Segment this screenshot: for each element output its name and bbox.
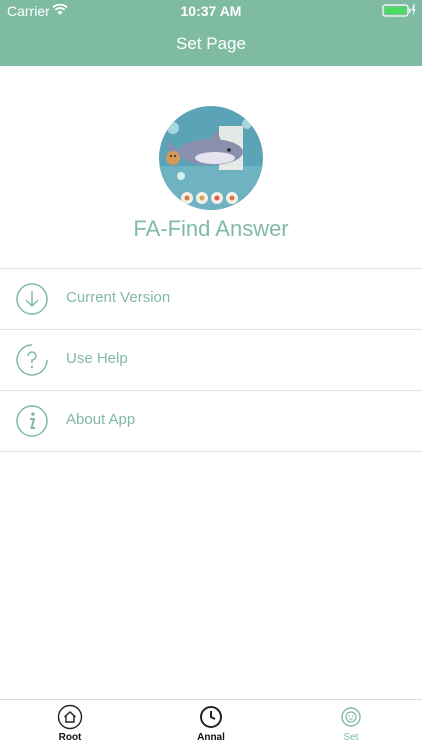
use-help-item[interactable]: Use Help bbox=[0, 330, 422, 391]
tab-bar: Root Annal Set bbox=[0, 699, 422, 751]
use-help-label: Use Help bbox=[66, 350, 128, 367]
current-version-item[interactable]: Current Version bbox=[0, 269, 422, 330]
clock-time: 10:37 AM bbox=[180, 3, 242, 19]
download-circle-icon bbox=[15, 282, 49, 316]
about-app-item[interactable]: About App bbox=[0, 391, 422, 452]
tab-annal[interactable]: Annal bbox=[141, 700, 281, 751]
home-icon bbox=[57, 704, 83, 730]
tab-set[interactable]: Set bbox=[281, 700, 421, 751]
tab-annal-label: Annal bbox=[197, 732, 225, 743]
tab-root[interactable]: Root bbox=[0, 700, 140, 751]
battery-icon bbox=[382, 4, 416, 20]
settings-list: Current Version Use Help About App bbox=[0, 268, 422, 452]
tab-root-label: Root bbox=[58, 732, 82, 743]
info-circle-icon bbox=[15, 404, 49, 438]
face-icon bbox=[338, 704, 364, 730]
clock-icon bbox=[198, 704, 224, 730]
about-app-label: About App bbox=[66, 411, 136, 428]
tab-set-label: Set bbox=[343, 732, 359, 743]
question-circle-icon bbox=[15, 343, 49, 377]
current-version-label: Current Version bbox=[66, 289, 171, 306]
page-title: Set Page bbox=[176, 34, 246, 53]
status-bar: Carrier 10:37 AM bbox=[0, 0, 422, 22]
navigation-header: Carrier 10:37 AM Set Page bbox=[0, 0, 422, 66]
app-logo bbox=[159, 106, 263, 210]
app-name: FA-Find Answer bbox=[133, 216, 289, 241]
